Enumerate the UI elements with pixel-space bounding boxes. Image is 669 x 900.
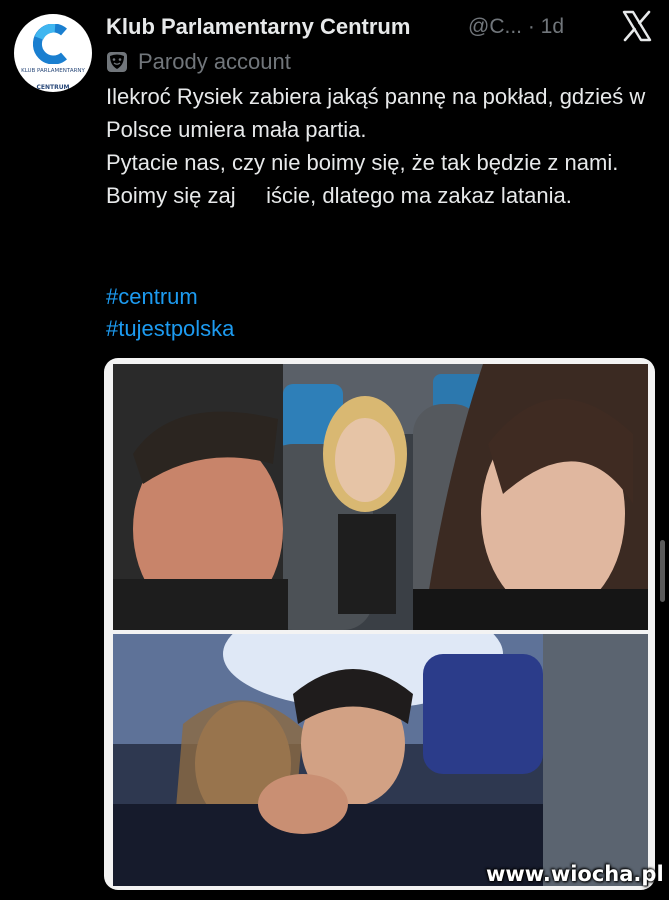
hashtag-link[interactable]: #centrum (106, 281, 234, 313)
tweet-line: Boimy się zaj iście, dlatego ma zakaz la… (106, 183, 572, 208)
avatar-club-text: KLUB PARLAMENTARNY (21, 68, 85, 74)
parody-label: Parody account (106, 48, 291, 76)
post-time: · 1d (527, 15, 565, 38)
avatar[interactable]: KLUB PARLAMENTARNY CENTRUM (14, 14, 92, 92)
photo-bottom-image (113, 634, 648, 886)
media-attachment[interactable] (104, 358, 655, 890)
site-watermark: www.wiocha.pl (486, 862, 664, 886)
photo-top-image (113, 364, 648, 630)
parody-mask-icon (107, 52, 127, 72)
tweet-text: Ilekroć Rysiek zabiera jakąś pannę na po… (106, 80, 661, 212)
avatar-centrum-text: CENTRUM (36, 84, 70, 91)
author-handle-time[interactable]: @C... · 1d (468, 15, 564, 39)
centrum-logo-icon (33, 24, 67, 64)
tweet-line: Pytacie nas, czy nie boimy się, że tak b… (106, 150, 619, 175)
photo-top[interactable] (113, 364, 648, 630)
parody-account-text: Parody account (138, 49, 291, 74)
hashtag-link[interactable]: #tujestpolska (106, 313, 234, 345)
author-name[interactable]: Klub Parlamentarny Centrum (106, 14, 410, 40)
hashtags: #centrum #tujestpolska (106, 281, 234, 345)
tweet-line: Ilekroć Rysiek zabiera jakąś pannę na po… (106, 84, 652, 142)
x-logo-icon[interactable] (622, 10, 652, 42)
scrollbar[interactable] (660, 540, 665, 602)
photo-bottom[interactable] (113, 634, 648, 886)
author-handle: @C... (468, 15, 522, 38)
